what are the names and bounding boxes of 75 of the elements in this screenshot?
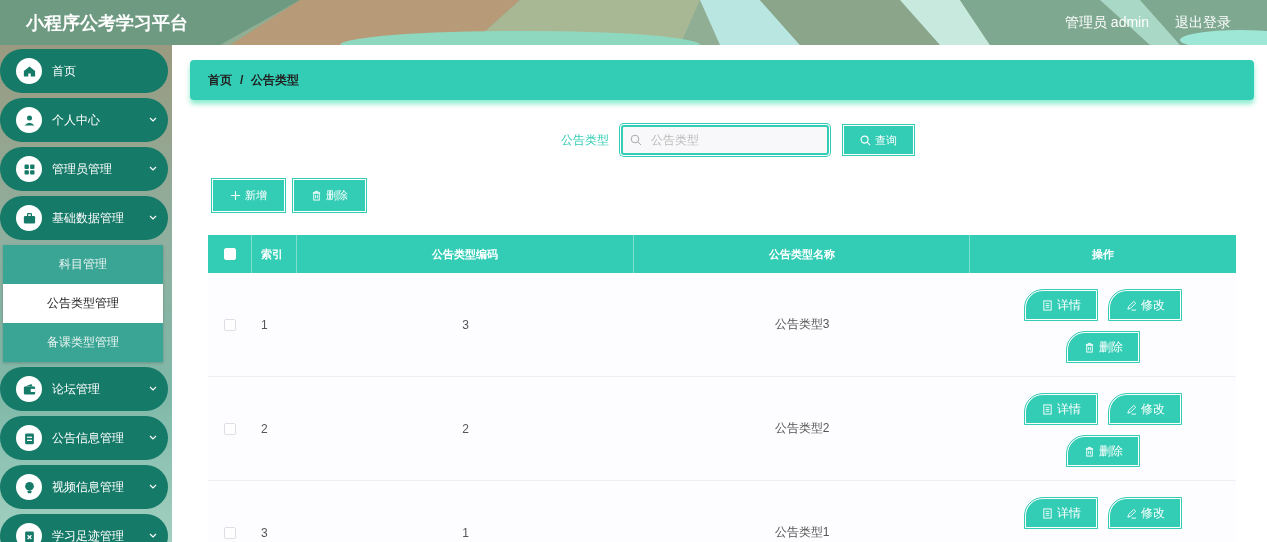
- table-cell: 3: [261, 525, 268, 540]
- row-checkbox[interactable]: [224, 526, 236, 539]
- menu-item[interactable]: 管理员管理: [0, 147, 168, 191]
- menu-label: 基础数据管理: [52, 209, 125, 227]
- plus-icon: [230, 190, 241, 201]
- table-cell: 3: [462, 317, 469, 332]
- details-button[interactable]: 详情: [1025, 498, 1097, 528]
- details-button[interactable]: 详情: [1025, 290, 1097, 320]
- search-button[interactable]: 查询: [842, 125, 914, 155]
- document-icon: [1041, 299, 1053, 311]
- table-cell: 公告类型3: [774, 316, 830, 333]
- menu-label: 视频信息管理: [52, 478, 125, 496]
- menu-item[interactable]: 公告信息管理: [0, 416, 168, 460]
- site-title: 小程序公考学习平台: [26, 11, 188, 35]
- trash-icon: [1083, 341, 1095, 353]
- column-header: 公告类型编码: [432, 246, 498, 262]
- menu-item[interactable]: 首页: [0, 49, 168, 93]
- user-name: 管理员 admin: [1064, 13, 1149, 32]
- trash-icon: [1083, 445, 1095, 457]
- menu-item[interactable]: 个人中心: [0, 98, 168, 142]
- table-cell: 公告类型1: [774, 524, 830, 541]
- menu-label: 公告信息管理: [52, 429, 125, 447]
- submenu-item[interactable]: 科目管理: [3, 245, 163, 284]
- menu-item[interactable]: 基础数据管理: [0, 196, 168, 240]
- menu-label: 首页: [52, 62, 77, 80]
- clipboard-icon: [16, 425, 42, 451]
- submenu-item[interactable]: 公告类型管理: [3, 284, 163, 323]
- menu-label: 论坛管理: [52, 380, 101, 398]
- table-cell: 1: [462, 525, 469, 540]
- user-icon: [16, 107, 42, 133]
- row-checkbox[interactable]: [224, 318, 236, 331]
- pencil-icon: [1125, 299, 1137, 311]
- breadcrumb-item[interactable]: 首页: [208, 71, 232, 89]
- table-cell: 2: [462, 421, 469, 436]
- add-button[interactable]: 新增: [212, 179, 285, 212]
- breadcrumb-item: 公告类型: [251, 71, 300, 89]
- grid-icon: [16, 156, 42, 182]
- search-icon: [629, 134, 642, 146]
- search-icon: [859, 134, 871, 146]
- details-button[interactable]: 详情: [1025, 394, 1097, 424]
- menu-item[interactable]: 视频信息管理: [0, 465, 168, 509]
- menu-label: 个人中心: [52, 111, 101, 129]
- submenu-item[interactable]: 备课类型管理: [3, 323, 163, 362]
- field-label: 公告类型: [560, 131, 609, 149]
- table-cell: 1: [261, 317, 268, 332]
- delete-button[interactable]: 删除: [1067, 332, 1139, 362]
- breadcrumb-separator: /: [240, 73, 244, 87]
- home-icon: [16, 58, 42, 84]
- delete-button[interactable]: 删除: [293, 179, 366, 212]
- select-all-checkbox[interactable]: [223, 248, 236, 260]
- logout-link[interactable]: 退出登录: [1175, 13, 1231, 32]
- menu-item[interactable]: 学习足迹管理: [0, 514, 168, 542]
- column-header: 索引: [261, 246, 283, 262]
- table-cell: 公告类型2: [774, 420, 830, 437]
- briefcase-icon: [16, 205, 42, 231]
- edit-button[interactable]: 修改: [1109, 394, 1181, 424]
- clipboard-icon: [16, 523, 42, 542]
- pencil-icon: [1125, 507, 1137, 519]
- search-field[interactable]: 公告类型: [620, 125, 829, 155]
- menu-label: 管理员管理: [52, 160, 113, 178]
- column-header: 操作: [1092, 246, 1114, 262]
- pencil-icon: [1125, 403, 1137, 415]
- row-checkbox[interactable]: [224, 422, 236, 435]
- bulb-icon: [16, 474, 42, 500]
- trash-icon: [311, 190, 322, 201]
- wallet-icon: [16, 376, 42, 402]
- document-icon: [1041, 403, 1053, 415]
- menu-label: 学习足迹管理: [52, 527, 125, 542]
- edit-button[interactable]: 修改: [1109, 290, 1181, 320]
- menu-item[interactable]: 论坛管理: [0, 367, 168, 411]
- edit-button[interactable]: 修改: [1109, 498, 1181, 528]
- delete-button[interactable]: 删除: [1067, 436, 1139, 466]
- column-header: 公告类型名称: [768, 246, 835, 262]
- document-icon: [1041, 507, 1053, 519]
- table-cell: 2: [261, 421, 268, 436]
